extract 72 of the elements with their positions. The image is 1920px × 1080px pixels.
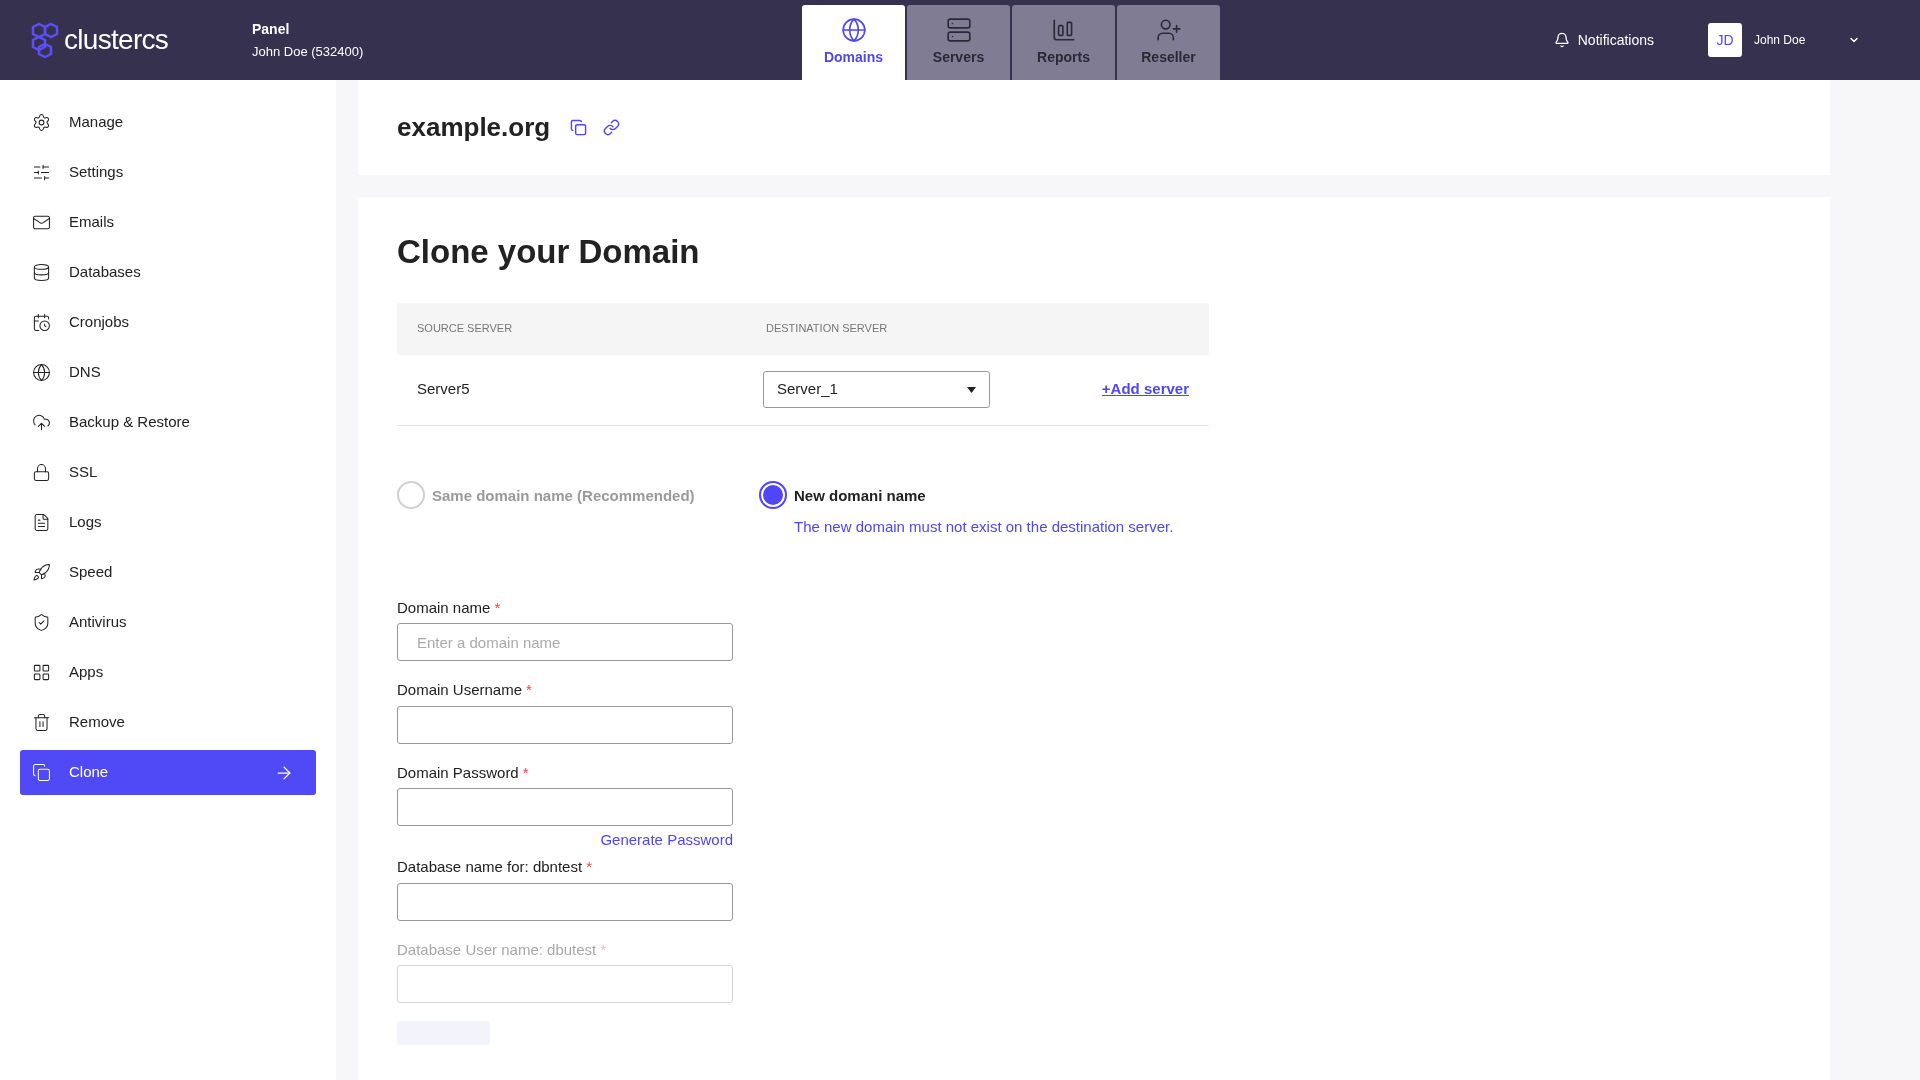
trash-icon — [32, 713, 51, 732]
copy-icon[interactable] — [570, 119, 588, 136]
notifications-link[interactable]: Notifications — [1577, 29, 1654, 51]
input-field[interactable]: Enter a domain name — [397, 623, 733, 661]
required-asterisk: * — [586, 858, 592, 875]
input-field[interactable] — [397, 882, 733, 921]
sidebar-item[interactable]: Logs — [20, 500, 316, 545]
sidebar-item[interactable]: Remove — [20, 700, 316, 745]
calendar-clock-icon — [32, 313, 51, 332]
sidebar-item[interactable]: Speed — [20, 550, 316, 595]
padlock-icon — [32, 463, 51, 482]
source-server: Server5 — [417, 379, 471, 400]
sidebar-item[interactable]: SSL — [20, 450, 316, 495]
field-label: Domain Password — [397, 763, 519, 781]
domain-title: example.org — [397, 111, 551, 144]
server-icon — [945, 17, 972, 43]
column-header: DESTINATION SERVER — [766, 321, 888, 337]
destination-select[interactable]: Server_1 — [763, 371, 990, 408]
nav-tab[interactable]: Servers — [907, 5, 1010, 80]
bell-icon[interactable] — [1553, 32, 1570, 48]
bar-chart-icon — [1050, 17, 1077, 43]
globe-icon — [32, 363, 51, 382]
sidebar-item[interactable]: Clone — [20, 750, 316, 795]
link-icon[interactable] — [603, 119, 621, 136]
page-title: Clone your Domain — [397, 232, 701, 272]
field-label: Domain Username — [397, 681, 523, 698]
user-plus-icon — [1155, 17, 1182, 43]
brand-logo[interactable]: clustercs — [64, 19, 169, 61]
user-name[interactable]: John Doe — [1754, 31, 1848, 49]
copy-icon — [32, 763, 51, 782]
nav-tab[interactable]: Reports — [1012, 5, 1115, 80]
required-asterisk: * — [600, 940, 607, 958]
sidebar-item[interactable]: Databases — [20, 250, 316, 295]
envelope-icon — [32, 213, 51, 232]
field-label: Domain name — [397, 598, 491, 616]
required-asterisk: * — [494, 598, 501, 616]
shield-icon — [32, 613, 51, 632]
radio-button[interactable] — [759, 480, 787, 509]
generate-password-link[interactable]: Generate Password — [600, 831, 733, 848]
user-avatar[interactable]: JD — [1708, 23, 1742, 57]
database-icon — [32, 263, 51, 282]
field-label: Database name for: dbntest — [397, 858, 583, 875]
cloud-upload-icon — [32, 413, 51, 432]
input-field[interactable] — [397, 788, 733, 826]
rocket-icon — [32, 563, 51, 582]
sliders-icon — [32, 163, 51, 182]
sidebar-item[interactable]: Backup & Restore — [20, 400, 316, 445]
sidebar-item[interactable]: Apps — [20, 650, 316, 695]
sidebar-item[interactable]: Manage — [20, 100, 316, 145]
hexagon-logo-icon — [30, 22, 60, 58]
required-asterisk: * — [526, 681, 532, 698]
required-asterisk: * — [522, 763, 529, 781]
globe-icon — [840, 17, 867, 43]
sidebar-item[interactable]: DNS — [20, 350, 316, 395]
sidebar-item[interactable]: Emails — [20, 200, 316, 245]
panel-title: Panel — [252, 19, 291, 39]
dropdown-caret-icon — [967, 386, 976, 393]
add-server-link[interactable]: +Add server — [1101, 378, 1189, 401]
sidebar-item[interactable]: Cronjobs — [20, 300, 316, 345]
document-icon — [32, 513, 51, 532]
input-field[interactable] — [397, 705, 733, 744]
radio-label[interactable]: New domani name — [794, 484, 1174, 507]
column-header: SOURCE SERVER — [417, 321, 514, 337]
hint-text: The new domain must not exist on the destination server. — [794, 517, 1174, 537]
gear-icon — [32, 113, 51, 132]
nav-tab[interactable]: Reseller — [1117, 5, 1220, 80]
field-label: Database User name: dbutest — [397, 940, 597, 958]
nav-tab[interactable]: Domains — [802, 5, 905, 80]
account-name: John Doe (532400) — [252, 42, 365, 61]
sidebar-item[interactable]: Settings — [20, 150, 316, 195]
grid-icon — [32, 663, 51, 682]
sidebar-item[interactable]: Antivirus — [20, 600, 316, 645]
